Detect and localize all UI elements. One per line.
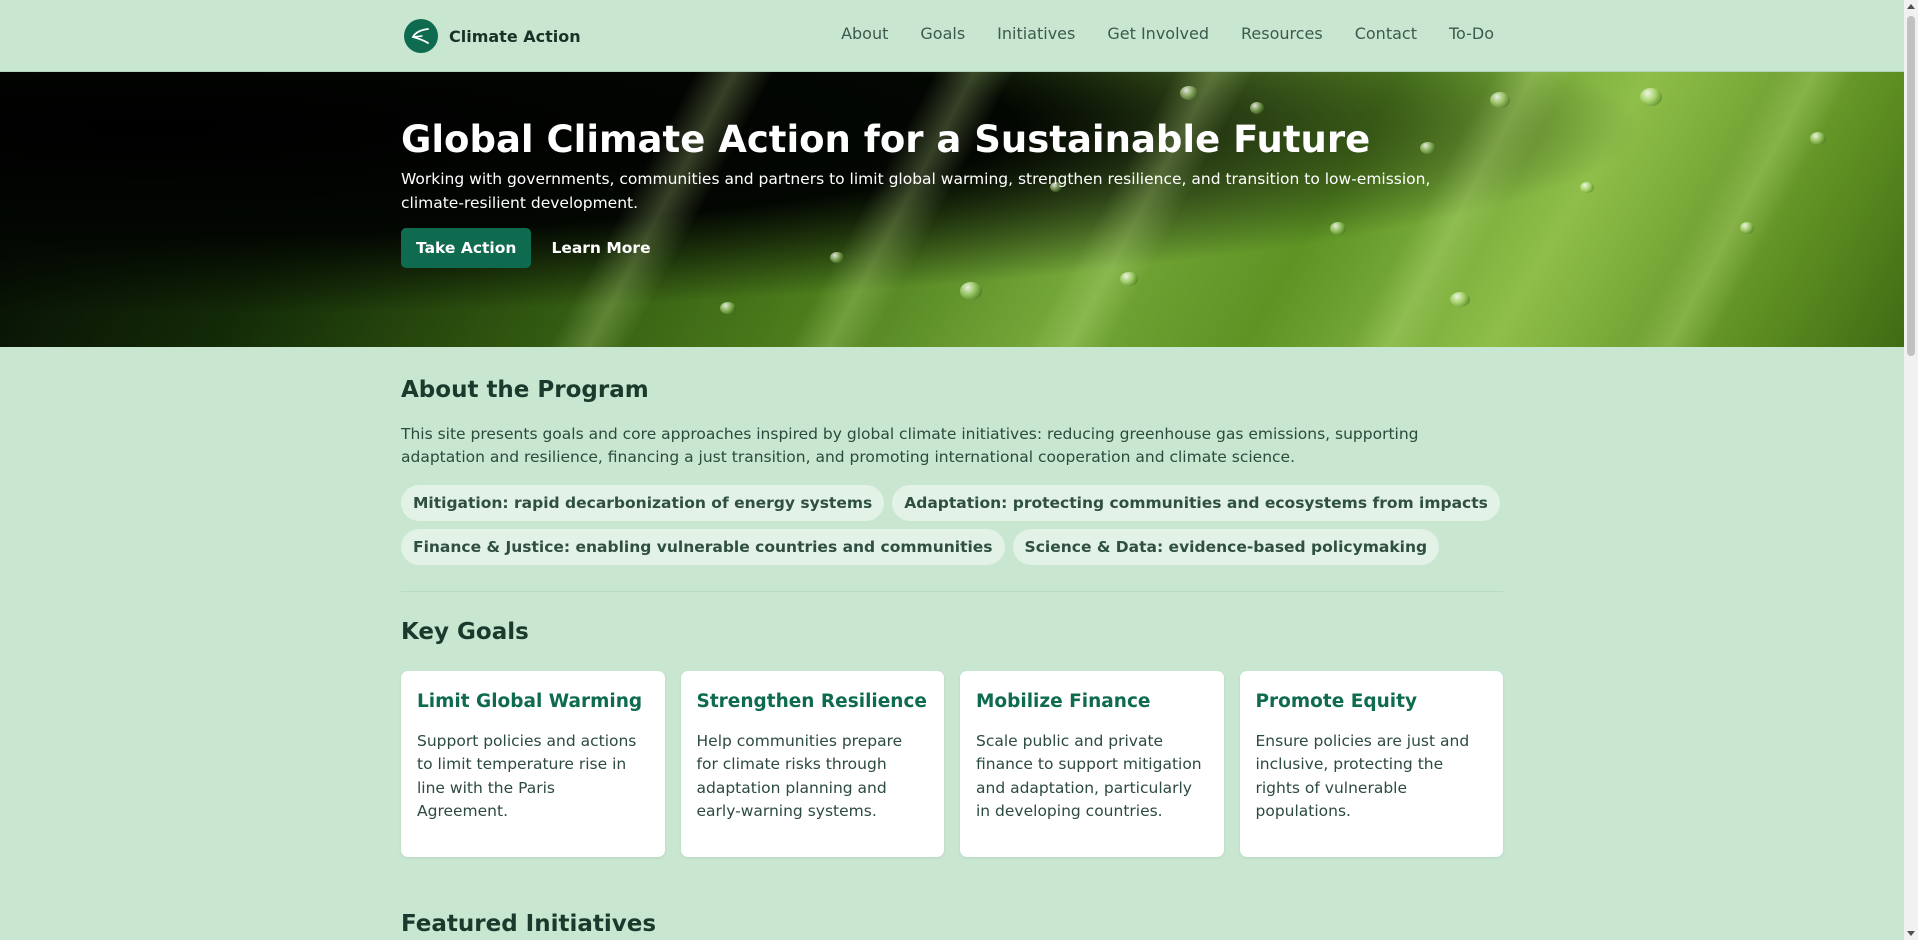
approach-chips: Mitigation: rapid decarbonization of ene…	[401, 484, 1501, 565]
main-content: About the Program This site presents goa…	[401, 347, 1503, 937]
take-action-button[interactable]: Take Action	[401, 227, 532, 268]
leaf-vein	[1605, 72, 1865, 347]
vertical-scrollbar[interactable]	[1904, 0, 1918, 940]
water-drop	[720, 302, 736, 314]
nav-link-goals[interactable]: Goals	[920, 24, 965, 43]
goal-card-title: Promote Equity	[1255, 690, 1418, 712]
section-divider	[401, 590, 1503, 592]
hero-title: Global Climate Action for a Sustainable …	[401, 118, 1371, 161]
goal-card: Promote Equity Ensure policies are just …	[1239, 670, 1503, 857]
goal-card-title: Limit Global Warming	[417, 690, 643, 712]
featured-section-title: Featured Initiatives	[401, 910, 657, 937]
hero-subtitle: Working with governments, communities an…	[401, 170, 1431, 212]
goal-card-text: Scale public and private finance to supp…	[976, 731, 1202, 821]
scroll-down-arrow-icon[interactable]	[1907, 931, 1915, 936]
nav-menu: About Goals Initiatives Get Involved Res…	[841, 24, 1494, 43]
brand[interactable]: Climate Action	[404, 17, 581, 55]
chip-finance-justice: Finance & Justice: enabling vulnerable c…	[401, 528, 1005, 565]
water-drop	[1250, 102, 1264, 114]
about-section-title: About the Program	[401, 377, 649, 403]
hero-banner: Global Climate Action for a Sustainable …	[0, 72, 1904, 347]
brand-name: Climate Action	[449, 26, 581, 46]
chip-mitigation: Mitigation: rapid decarbonization of ene…	[401, 484, 885, 521]
water-drop	[1450, 292, 1470, 307]
hero-actions: Take Action Learn More	[401, 227, 1501, 268]
goal-card-title: Mobilize Finance	[976, 690, 1151, 712]
water-drop	[1810, 132, 1826, 145]
water-drop	[1640, 88, 1662, 106]
water-drop	[1740, 222, 1754, 234]
water-drop	[1120, 272, 1138, 286]
goal-card: Limit Global Warming Support policies an…	[401, 670, 665, 857]
water-drop	[1580, 182, 1594, 193]
nav-link-get-involved[interactable]: Get Involved	[1107, 24, 1209, 43]
nav-link-resources[interactable]: Resources	[1241, 24, 1323, 43]
top-navbar: Climate Action About Goals Initiatives G…	[0, 0, 1904, 72]
goals-section-title: Key Goals	[401, 618, 529, 645]
chip-science-data: Science & Data: evidence-based policymak…	[1012, 528, 1440, 565]
learn-more-button[interactable]: Learn More	[551, 239, 650, 257]
goals-cards: Limit Global Warming Support policies an…	[401, 670, 1503, 857]
nav-link-initiatives[interactable]: Initiatives	[997, 24, 1075, 43]
goal-card-text: Support policies and actions to limit te…	[417, 731, 637, 821]
goal-card-text: Help communities prepare for climate ris…	[696, 731, 903, 821]
nav-link-todo[interactable]: To-Do	[1449, 24, 1494, 43]
water-drop	[960, 282, 982, 300]
scroll-up-arrow-icon[interactable]	[1907, 4, 1915, 9]
chip-adaptation: Adaptation: protecting communities and e…	[892, 484, 1500, 521]
goal-card: Mobilize Finance Scale public and privat…	[960, 670, 1224, 857]
water-drop	[1490, 92, 1510, 108]
nav-link-about[interactable]: About	[841, 24, 888, 43]
nav-link-contact[interactable]: Contact	[1355, 24, 1417, 43]
hero-content: Global Climate Action for a Sustainable …	[401, 118, 1501, 268]
goal-card-text: Ensure policies are just and inclusive, …	[1255, 731, 1470, 821]
scrollbar-thumb[interactable]	[1907, 16, 1915, 356]
goal-card: Strengthen Resilience Help communities p…	[680, 670, 944, 857]
about-description: This site presents goals and core approa…	[401, 425, 1419, 467]
goal-card-title: Strengthen Resilience	[696, 690, 927, 712]
leaf-logo-icon	[404, 19, 438, 53]
water-drop	[1180, 86, 1198, 100]
